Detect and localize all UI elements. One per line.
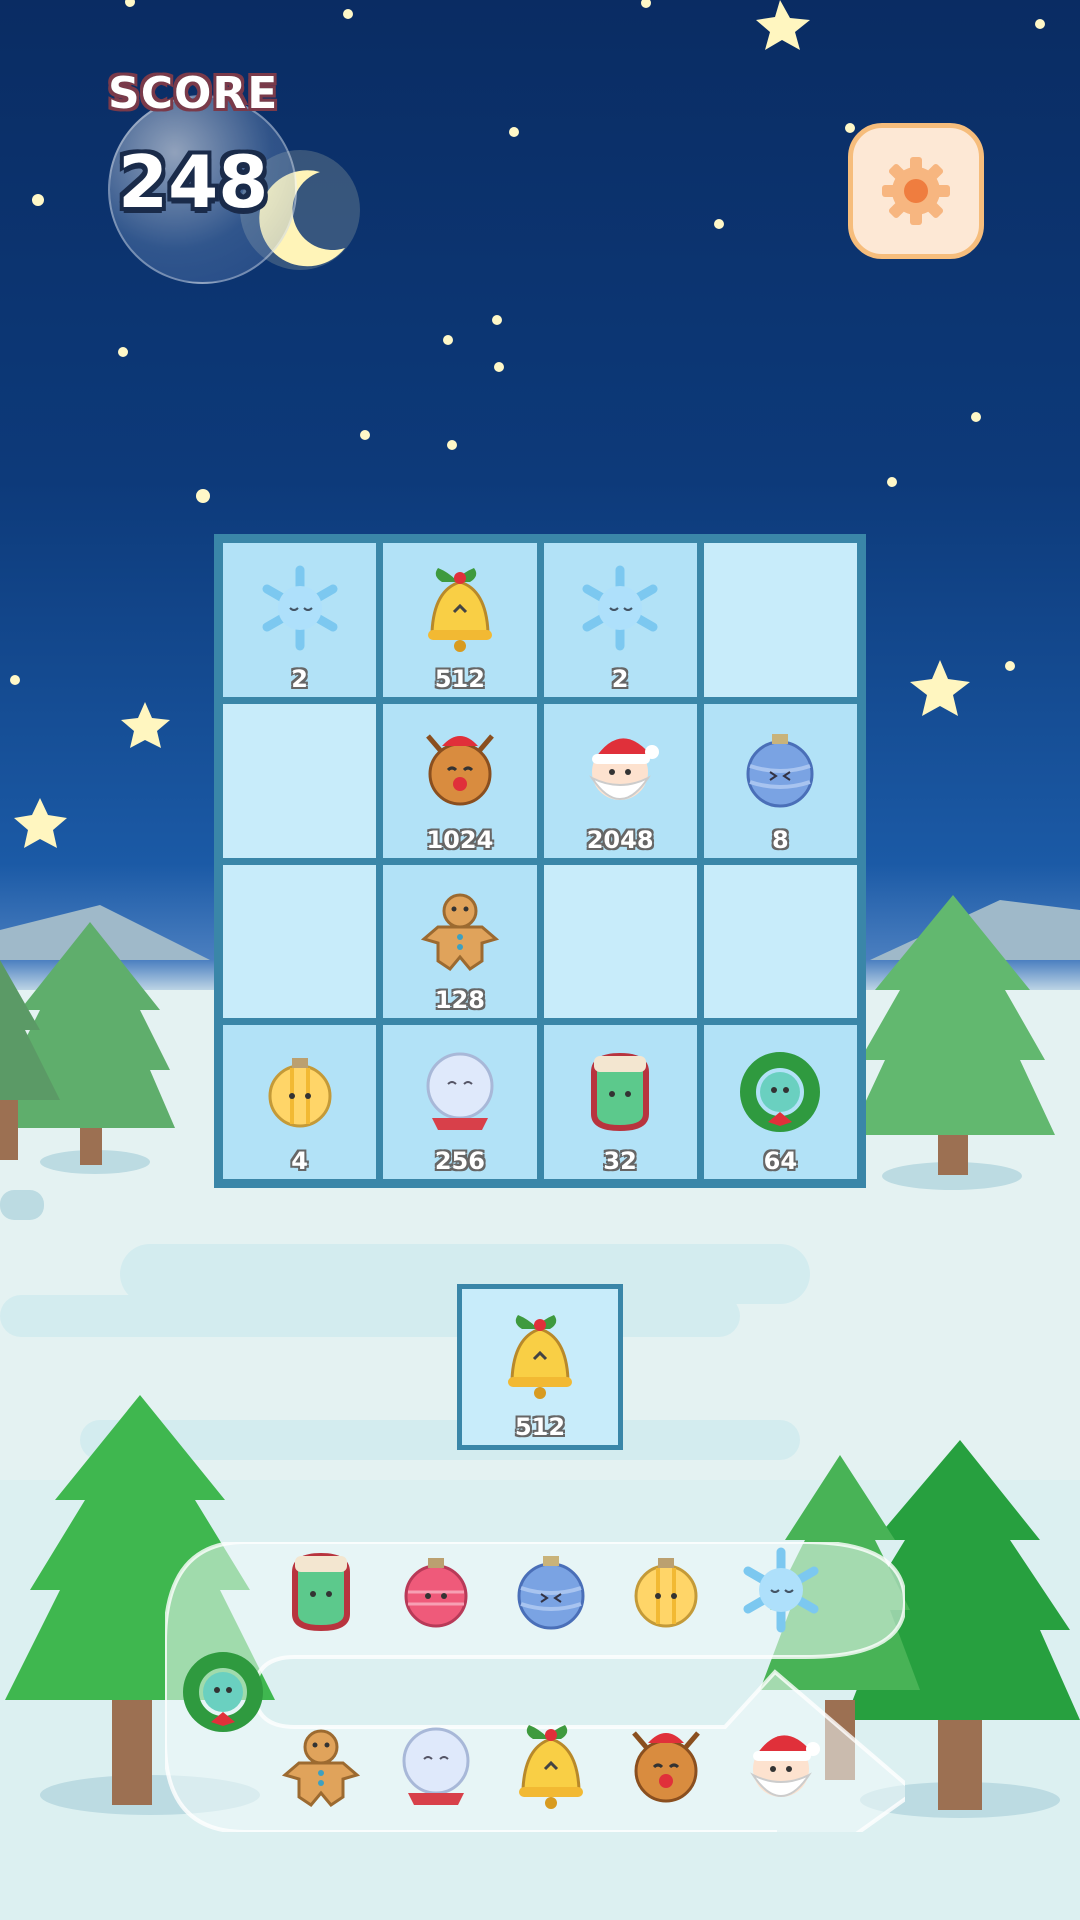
board-cell-r0-c2[interactable]: 2 bbox=[543, 543, 697, 697]
wreath-icon bbox=[740, 1051, 821, 1132]
board-cell-r0-c3[interactable] bbox=[703, 543, 857, 697]
mitten-icon bbox=[591, 1052, 650, 1131]
board-cell-r3-c1[interactable]: 256 bbox=[383, 1025, 537, 1179]
gingerbread-icon bbox=[281, 1729, 361, 1807]
board-cell-r3-c2[interactable]: 32 bbox=[543, 1025, 697, 1179]
bell-icon bbox=[519, 1725, 583, 1809]
tile-value: 2048 bbox=[586, 825, 654, 854]
blue-ornament-icon bbox=[746, 734, 814, 808]
gold-ornament-icon bbox=[268, 1057, 332, 1128]
snowflake-icon bbox=[582, 565, 658, 651]
gingerbread-icon bbox=[420, 893, 499, 972]
tile-value: 512 bbox=[434, 664, 485, 693]
gold-ornament-icon bbox=[634, 1558, 698, 1628]
gear-icon bbox=[882, 157, 950, 225]
bell-icon bbox=[508, 1314, 572, 1399]
wreath-icon bbox=[183, 1652, 263, 1732]
snowflake-icon bbox=[262, 565, 338, 651]
next-tile: 512 bbox=[457, 1284, 623, 1450]
pink-ornament-icon bbox=[404, 1558, 468, 1628]
snowflake-icon bbox=[743, 1547, 819, 1633]
tile-value: 512 bbox=[514, 1413, 566, 1441]
santa-icon bbox=[589, 738, 660, 801]
tile-value: 8 bbox=[772, 825, 789, 854]
santa-icon bbox=[750, 1735, 820, 1797]
tile-value: 128 bbox=[434, 986, 485, 1015]
score-label: SCORE bbox=[108, 68, 279, 119]
reindeer-icon bbox=[632, 1731, 700, 1803]
tile-value: 64 bbox=[763, 1147, 798, 1175]
snow-globe-icon bbox=[426, 1052, 494, 1130]
board-cell-r2-c1[interactable]: 128 bbox=[383, 864, 537, 1019]
bell-icon bbox=[427, 567, 492, 652]
board-cell-r1-c1[interactable]: 1024 bbox=[383, 703, 537, 858]
tile-value: 1024 bbox=[426, 825, 494, 854]
board-cell-r3-c3[interactable]: 64 bbox=[703, 1025, 857, 1179]
snow-globe-icon bbox=[402, 1727, 470, 1805]
game-board[interactable]: 2 512 2 1024 2048 8 128 4 256 32 64 bbox=[214, 534, 866, 1188]
tile-value: 2 bbox=[291, 664, 308, 693]
board-cell-r3-c0[interactable]: 4 bbox=[223, 1025, 377, 1179]
board-cell-r1-c0[interactable] bbox=[223, 703, 377, 858]
tile-value: 256 bbox=[434, 1147, 485, 1175]
board-cell-r2-c0[interactable] bbox=[223, 864, 377, 1019]
blue-ornament-icon bbox=[517, 1556, 585, 1630]
mitten-icon bbox=[292, 1552, 350, 1632]
tile-value: 4 bbox=[291, 1147, 308, 1175]
item-tray bbox=[165, 1542, 905, 1832]
board-cell-r1-c3[interactable]: 8 bbox=[703, 703, 857, 858]
tile-value: 2 bbox=[611, 664, 629, 693]
settings-button[interactable] bbox=[848, 123, 984, 259]
board-cell-r2-c2[interactable] bbox=[543, 864, 697, 1019]
board-cell-r2-c3[interactable] bbox=[703, 864, 857, 1019]
board-cell-r1-c2[interactable]: 2048 bbox=[543, 703, 697, 858]
tile-value: 32 bbox=[603, 1147, 637, 1175]
score-value: 248 bbox=[118, 140, 269, 224]
board-cell-r0-c0[interactable]: 2 bbox=[223, 543, 377, 697]
board-cell-r0-c1[interactable]: 512 bbox=[383, 543, 537, 697]
reindeer-icon bbox=[425, 734, 494, 806]
